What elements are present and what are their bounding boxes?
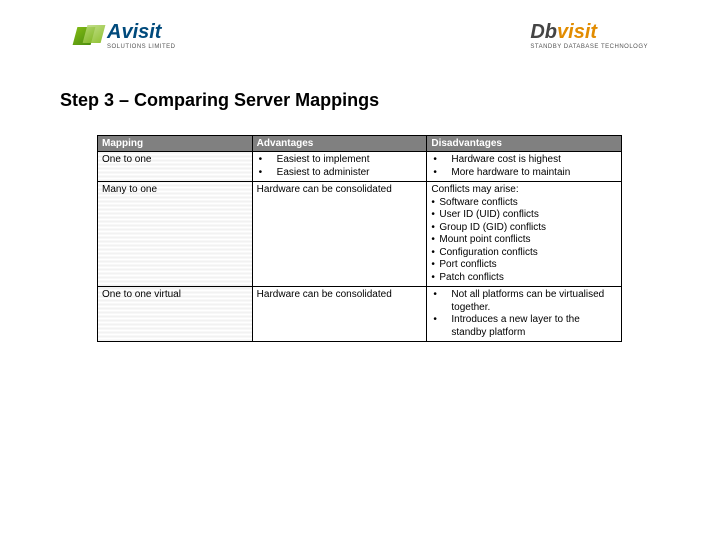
- avisit-logo: Avisit SOLUTIONS LIMITED: [75, 22, 176, 50]
- mapping-table: Mapping Advantages Disadvantages One to …: [97, 135, 622, 342]
- list-item: More hardware to maintain: [431, 167, 617, 180]
- list-item: Introduces a new layer to the standby pl…: [431, 314, 617, 339]
- cell-disadvantages: Conflicts may arise: Software conflicts …: [427, 182, 622, 287]
- table-header-row: Mapping Advantages Disadvantages: [98, 136, 622, 152]
- avisit-logo-text: Avisit: [107, 22, 176, 42]
- list-item: Easiest to implement: [257, 154, 423, 167]
- slide-title: Step 3 – Comparing Server Mappings: [60, 90, 720, 111]
- table-row: Many to one Hardware can be consolidated…: [98, 182, 622, 287]
- cell-advantages: Hardware can be consolidated: [252, 182, 427, 287]
- header-advantages: Advantages: [252, 136, 427, 152]
- dbvisit-logo-text: Dbvisit: [530, 22, 648, 42]
- slide-header: Avisit SOLUTIONS LIMITED Dbvisit STANDBY…: [0, 0, 720, 68]
- header-mapping: Mapping: [98, 136, 253, 152]
- list-item: Patch conflicts: [431, 272, 617, 285]
- cell-advantages: Easiest to implement Easiest to administ…: [252, 152, 427, 182]
- dbvisit-logo: Dbvisit STANDBY DATABASE TECHNOLOGY: [530, 22, 648, 50]
- mapping-table-container: Mapping Advantages Disadvantages One to …: [97, 135, 622, 342]
- header-disadvantages: Disadvantages: [427, 136, 622, 152]
- dbvisit-logo-sub: STANDBY DATABASE TECHNOLOGY: [530, 44, 648, 50]
- cell-mapping: Many to one: [98, 182, 253, 287]
- avisit-logo-sub: SOLUTIONS LIMITED: [107, 44, 176, 50]
- table-row: One to one Easiest to implement Easiest …: [98, 152, 622, 182]
- conflicts-lead: Conflicts may arise:: [431, 184, 617, 197]
- list-item: User ID (UID) conflicts: [431, 209, 617, 222]
- cell-disadvantages: Not all platforms can be virtualised tog…: [427, 287, 622, 342]
- table-row: One to one virtual Hardware can be conso…: [98, 287, 622, 342]
- list-item: Not all platforms can be virtualised tog…: [431, 289, 617, 314]
- cell-disadvantages: Hardware cost is highest More hardware t…: [427, 152, 622, 182]
- list-item: Group ID (GID) conflicts: [431, 222, 617, 235]
- avisit-logo-icon: [75, 23, 101, 49]
- list-item: Configuration conflicts: [431, 247, 617, 260]
- list-item: Hardware cost is highest: [431, 154, 617, 167]
- cell-advantages: Hardware can be consolidated: [252, 287, 427, 342]
- list-item: Easiest to administer: [257, 167, 423, 180]
- list-item: Software conflicts: [431, 197, 617, 210]
- cell-mapping: One to one virtual: [98, 287, 253, 342]
- list-item: Mount point conflicts: [431, 234, 617, 247]
- list-item: Port conflicts: [431, 259, 617, 272]
- cell-mapping: One to one: [98, 152, 253, 182]
